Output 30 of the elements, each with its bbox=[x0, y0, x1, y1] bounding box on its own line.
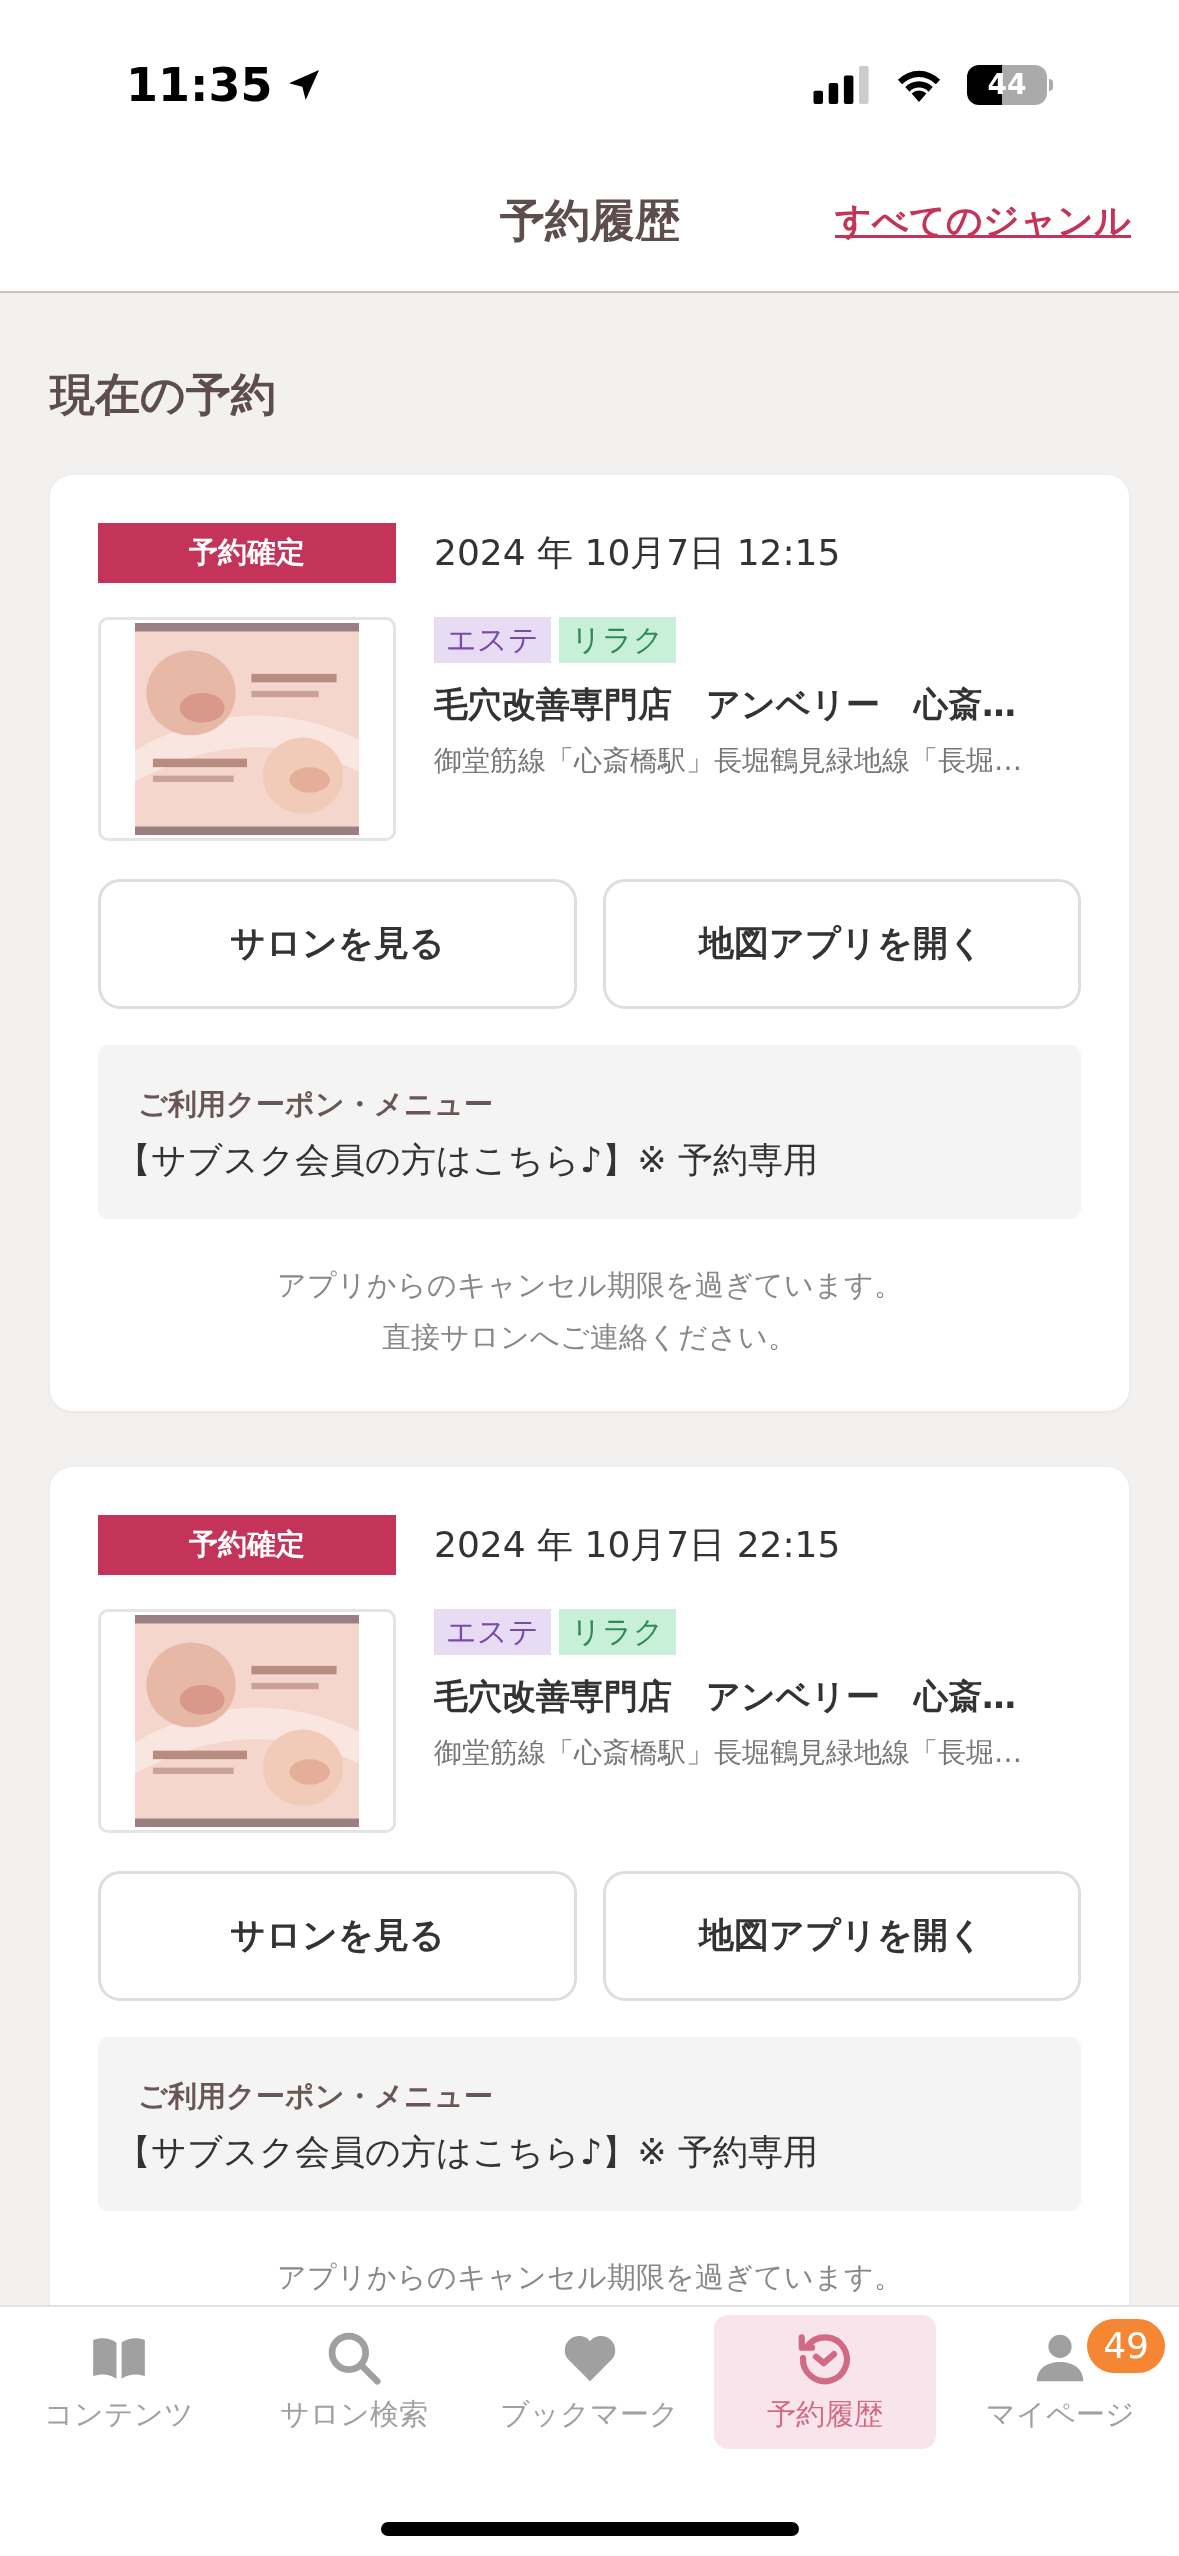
coupon-label: ご利用クーポン・メニュー bbox=[137, 1085, 494, 1123]
section-title: 現在の予約 bbox=[48, 367, 277, 423]
salon-access: 御堂筋線「心斎橋駅」長堀鶴見緑地線「長堀… bbox=[434, 1734, 1022, 1771]
coupon-text: 【サブスク会員の方はこちら♪】※ 予約専用 bbox=[116, 2131, 819, 2174]
open-map-button[interactable]: 地図アプリを開く bbox=[602, 878, 1081, 1009]
cancel-note: アプリからのキャンセル期限を過ぎています。 bbox=[276, 1266, 903, 1304]
reservation-datetime: 2024 年 10月7日 22:15 bbox=[434, 1522, 841, 1567]
genre-tag: エステ bbox=[434, 616, 551, 663]
view-salon-button[interactable]: サロンを見る bbox=[98, 1870, 577, 2001]
reservation-datetime: 2024 年 10月7日 12:15 bbox=[434, 530, 841, 575]
coupon-text: 【サブスク会員の方はこちら♪】※ 予約専用 bbox=[116, 1139, 819, 1182]
open-map-button[interactable]: 地図アプリを開く bbox=[602, 1870, 1081, 2001]
notification-badge: 49 bbox=[1087, 2319, 1165, 2373]
status-badge: 予約確定 bbox=[98, 1514, 396, 1575]
view-salon-button[interactable]: サロンを見る bbox=[98, 878, 577, 1009]
tab-bar-item[interactable]: 予約履歴 bbox=[713, 2315, 936, 2449]
genre-tag: エステ bbox=[434, 1608, 551, 1655]
genre-tag: リラク bbox=[559, 1608, 676, 1655]
salon-name: 毛穴改善専門店 アンベリー 心斎… bbox=[434, 1674, 1017, 1718]
cancel-note: アプリからのキャンセル期限を過ぎています。 bbox=[276, 2258, 903, 2296]
cancel-note: 直接サロンへご連絡ください。 bbox=[382, 1318, 797, 1356]
signal-icon bbox=[813, 66, 871, 104]
all-genres-link[interactable]: すべてのジャンル bbox=[835, 193, 1131, 248]
page-title: 予約履歴 bbox=[499, 192, 680, 249]
status-badge: 予約確定 bbox=[98, 522, 396, 583]
salon-access: 御堂筋線「心斎橋駅」長堀鶴見緑地線「長堀… bbox=[434, 742, 1022, 779]
coupon-label: ご利用クーポン・メニュー bbox=[137, 2077, 494, 2115]
status-time: 11:35 bbox=[126, 56, 273, 114]
salon-name: 毛穴改善専門店 アンベリー 心斎… bbox=[434, 682, 1017, 726]
genre-tag: リラク bbox=[559, 616, 676, 663]
